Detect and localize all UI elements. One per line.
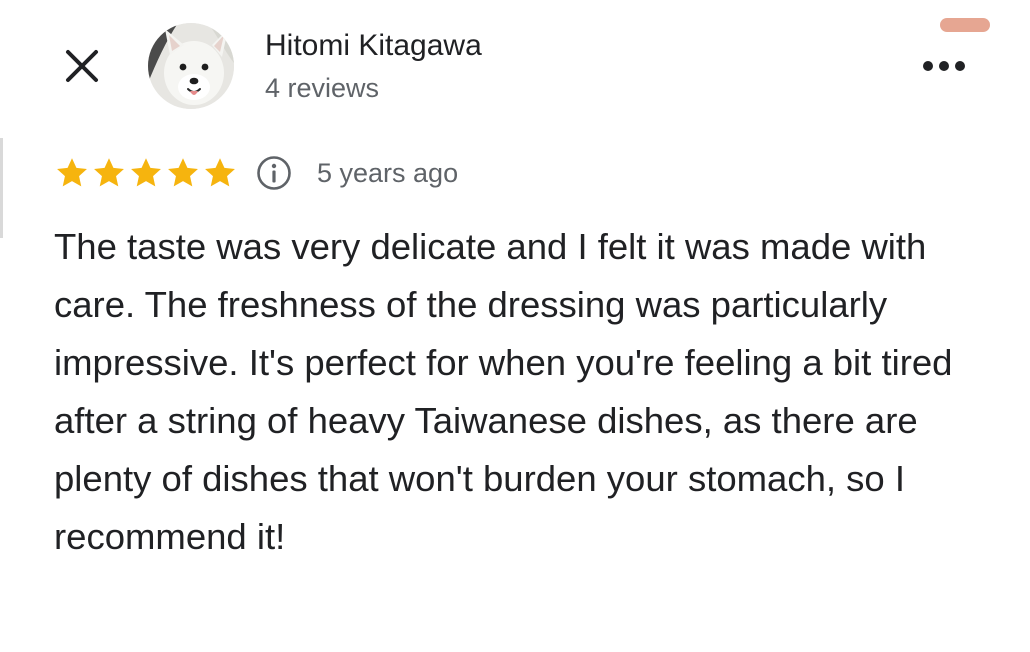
star-icon: [205, 158, 235, 187]
review-date: 5 years ago: [317, 157, 459, 188]
star-icon: [168, 158, 198, 187]
reviewer-review-count: 4 reviews: [265, 73, 380, 103]
more-options-dot: [955, 61, 965, 71]
more-options-dot: [939, 61, 949, 71]
close-icon: [66, 50, 98, 82]
info-icon: [257, 156, 291, 190]
more-options-icon: [923, 61, 933, 71]
left-edge-border: [0, 138, 3, 238]
corner-scribble-mark: [940, 18, 990, 32]
avatar[interactable]: [148, 23, 234, 109]
star-rating: [54, 155, 238, 191]
star-icon: [94, 158, 124, 187]
close-button[interactable]: [62, 46, 102, 86]
rating-row: 5 years ago: [54, 150, 458, 196]
review-text: The taste was very delicate and I felt i…: [54, 226, 953, 557]
more-options-button[interactable]: [918, 50, 970, 82]
info-button[interactable]: [256, 155, 292, 191]
dog-avatar-image: [148, 23, 234, 109]
star-icon: [131, 158, 161, 187]
reviewer-name[interactable]: Hitomi Kitagawa: [265, 26, 482, 66]
star-icon: [57, 158, 87, 187]
